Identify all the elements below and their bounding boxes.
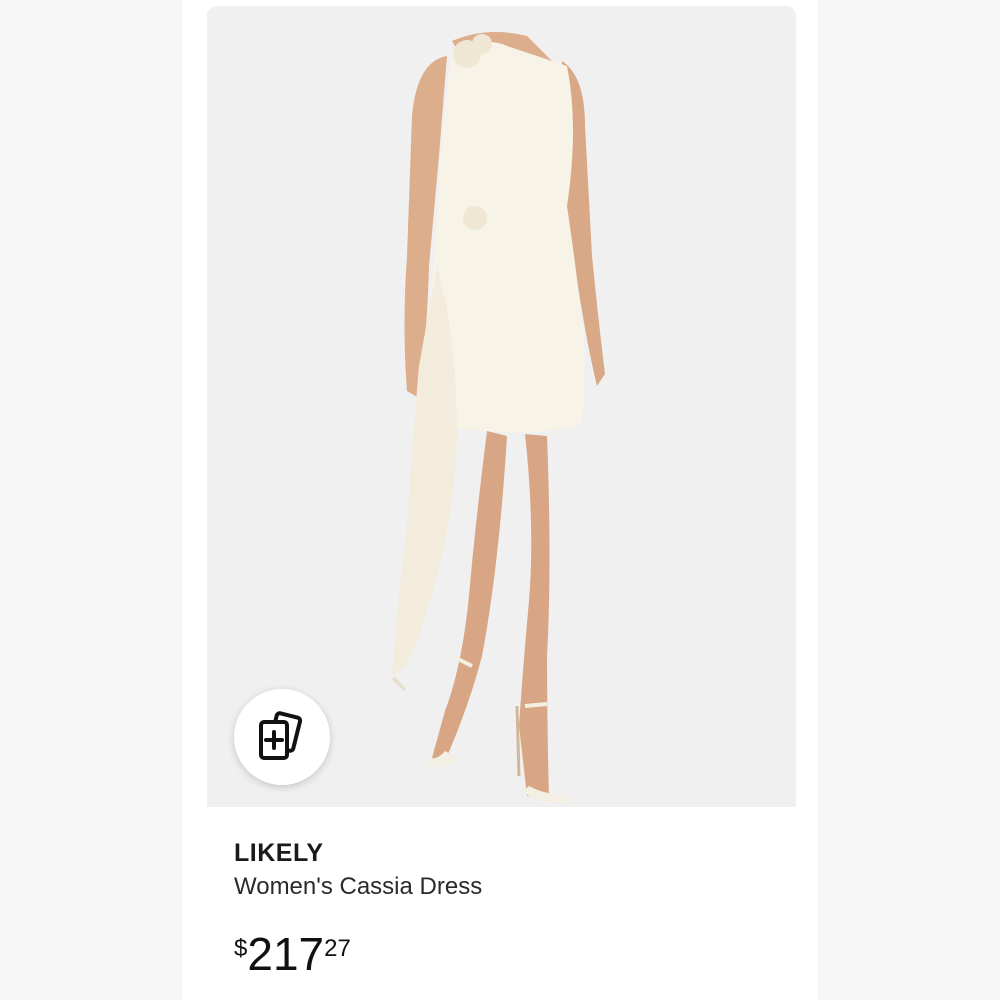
product-image[interactable] bbox=[207, 6, 796, 807]
product-card[interactable]: LIKELY Women's Cassia Dress $ 217 27 bbox=[207, 6, 796, 1000]
product-price: $ 217 27 bbox=[234, 931, 351, 977]
price-cents: 27 bbox=[324, 935, 351, 962]
product-info: LIKELY Women's Cassia Dress $ 217 27 bbox=[207, 807, 796, 1000]
left-backdrop bbox=[0, 0, 182, 1000]
price-currency: $ bbox=[234, 935, 248, 962]
add-to-list-button[interactable] bbox=[234, 689, 330, 785]
brand-name[interactable]: LIKELY bbox=[234, 839, 324, 868]
add-card-icon bbox=[259, 711, 303, 760]
product-title[interactable]: Women's Cassia Dress bbox=[234, 873, 482, 901]
dress-photo bbox=[207, 6, 796, 807]
right-backdrop bbox=[818, 0, 1000, 1000]
price-dollars: 217 bbox=[247, 928, 325, 980]
